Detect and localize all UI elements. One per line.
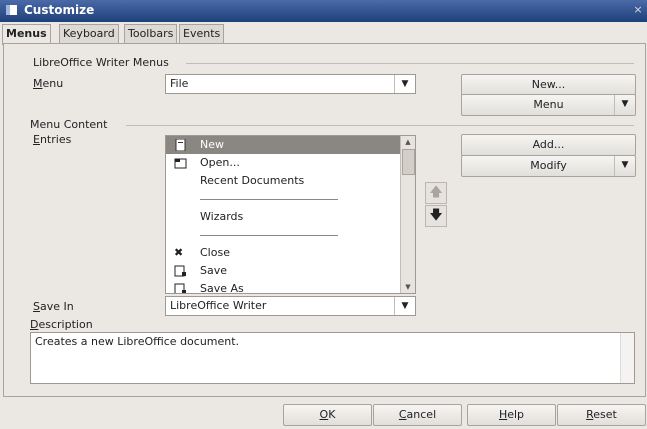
add-button[interactable]: Add...	[461, 134, 636, 156]
new-menu-button-label: New...	[531, 78, 566, 91]
description-label: Description	[30, 318, 93, 331]
menu-select-value: File	[170, 77, 189, 90]
help-button[interactable]: Help	[467, 404, 556, 426]
list-item[interactable]: Save As	[166, 280, 400, 293]
help-button-label: Help	[498, 408, 525, 421]
title-bar: Customize ×	[0, 0, 647, 22]
scroll-down-icon[interactable]: ▼	[401, 281, 415, 293]
new-document-icon	[174, 138, 187, 152]
reset-button-label: Reset	[586, 408, 617, 421]
list-separator	[166, 226, 400, 244]
separator-line	[200, 235, 338, 236]
entries-label: Entries	[33, 133, 72, 146]
list-item[interactable]: Open...	[166, 154, 400, 172]
list-item[interactable]: ✖ Close	[166, 244, 400, 262]
tab-toolbars[interactable]: Toolbars	[124, 24, 178, 44]
chevron-down-icon: ▼	[614, 95, 635, 115]
description-box: Creates a new LibreOffice document.	[30, 332, 635, 384]
cancel-button-label: Cancel	[398, 408, 437, 421]
ok-button[interactable]: OK	[283, 404, 372, 426]
move-up-button[interactable]: 🡅	[425, 182, 447, 204]
save-as-icon	[174, 283, 187, 293]
close-icon: ✖	[174, 246, 184, 259]
chevron-down-icon: ▼	[614, 156, 635, 176]
move-down-button[interactable]: 🡇	[425, 205, 447, 227]
menu-content-section-title: Menu Content	[30, 118, 108, 131]
save-in-select-value: LibreOffice Writer	[170, 299, 267, 312]
modify-button[interactable]: Modify ▼	[461, 155, 636, 177]
menu-dropdown-button-label: Menu	[533, 98, 564, 111]
arrow-up-icon: 🡅	[429, 185, 443, 200]
app-icon	[6, 5, 17, 15]
chevron-down-icon[interactable]: ▼	[394, 297, 415, 315]
list-item[interactable]: New	[166, 136, 400, 154]
list-item[interactable]: Recent Documents	[166, 172, 400, 190]
entries-list[interactable]: New Open... Recent Documents Wizards ✖ C…	[165, 135, 416, 294]
tab-menus[interactable]: Menus	[2, 24, 51, 45]
description-scroll-area	[620, 333, 634, 383]
list-separator	[166, 190, 400, 208]
section-divider	[126, 125, 634, 126]
add-button-label: Add...	[532, 138, 565, 151]
writer-menus-section-title: LibreOffice Writer Menus	[33, 56, 169, 69]
scrollbar-thumb[interactable]	[402, 149, 415, 175]
menu-label: Menu	[33, 77, 64, 90]
separator-line	[200, 199, 338, 200]
scroll-up-icon[interactable]: ▲	[401, 136, 415, 148]
new-menu-button[interactable]: New...	[461, 74, 636, 96]
save-in-select[interactable]: LibreOffice Writer ▼	[165, 296, 416, 316]
ok-button-label: OK	[319, 408, 336, 421]
list-item[interactable]: Wizards	[166, 208, 400, 226]
menu-select[interactable]: File ▼	[165, 74, 416, 94]
arrow-down-icon: 🡇	[429, 208, 443, 223]
description-text: Creates a new LibreOffice document.	[35, 335, 240, 348]
section-divider	[186, 63, 634, 64]
window-title: Customize	[24, 3, 95, 17]
entries-scrollbar[interactable]: ▲ ▼	[400, 136, 415, 293]
chevron-down-icon[interactable]: ▼	[394, 75, 415, 93]
menu-dropdown-button[interactable]: Menu ▼	[461, 94, 636, 116]
save-in-label: Save In	[33, 300, 74, 313]
save-icon	[174, 265, 187, 277]
close-window-button[interactable]: ×	[631, 2, 645, 18]
tab-events[interactable]: Events	[179, 24, 225, 44]
reset-button[interactable]: Reset	[557, 404, 646, 426]
modify-button-label: Modify	[530, 159, 567, 172]
tab-keyboard[interactable]: Keyboard	[59, 24, 119, 44]
cancel-button[interactable]: Cancel	[373, 404, 462, 426]
open-folder-icon	[174, 157, 187, 169]
list-item[interactable]: Save	[166, 262, 400, 280]
